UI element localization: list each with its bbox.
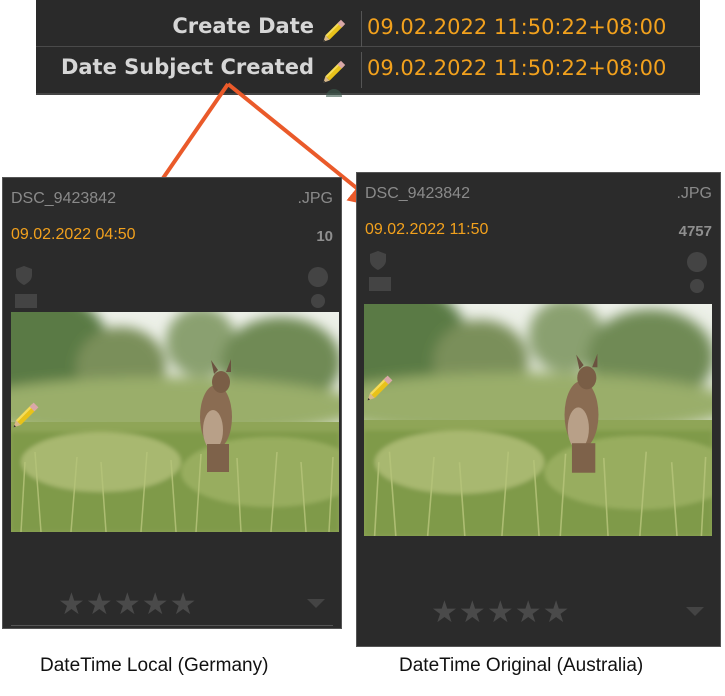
flag-icon <box>369 277 391 291</box>
pencil-icon[interactable] <box>321 14 351 44</box>
pencil-icon[interactable] <box>365 369 399 403</box>
info-icon[interactable] <box>686 251 708 273</box>
divider <box>11 625 333 626</box>
chevron-down-icon[interactable] <box>686 607 704 616</box>
scroll-indicator <box>326 89 342 97</box>
column-divider <box>361 52 362 88</box>
item-count: 10 <box>316 228 333 245</box>
column-divider <box>361 11 362 47</box>
chevron-down-icon[interactable] <box>307 599 325 608</box>
metadata-row-create-date[interactable]: Create Date 09.02.2022 11:50:22+08:00 <box>36 11 700 47</box>
star-icon[interactable]: ★ <box>86 590 113 620</box>
caption-right: DateTime Original (Australia) <box>399 655 644 676</box>
flag-icon <box>15 294 37 308</box>
metadata-value[interactable]: 09.02.2022 11:50:22+08:00 <box>367 56 666 80</box>
star-icon[interactable]: ★ <box>459 598 486 628</box>
shield-icon <box>370 251 386 270</box>
metadata-row-date-subject-created[interactable]: Date Subject Created 09.02.2022 11:50:22… <box>36 52 700 88</box>
file-name: DSC_9423842 <box>11 190 116 207</box>
metadata-value[interactable]: 09.02.2022 11:50:22+08:00 <box>367 15 666 39</box>
star-icon[interactable]: ★ <box>487 598 514 628</box>
file-extension: .JPG <box>297 190 333 207</box>
star-icon[interactable]: ★ <box>543 598 570 628</box>
star-rating[interactable]: ★ ★ ★ ★ ★ <box>431 598 570 628</box>
photo-thumbnail[interactable] <box>364 304 712 536</box>
star-icon[interactable]: ★ <box>58 590 85 620</box>
star-icon[interactable]: ★ <box>431 598 458 628</box>
pencil-icon[interactable] <box>11 396 45 430</box>
caption-left: DateTime Local (Germany) <box>40 655 269 676</box>
info-icon[interactable] <box>307 266 329 288</box>
photo-thumbnail[interactable] <box>11 312 339 532</box>
thumbnail-card-right[interactable]: DSC_9423842 .JPG 09.02.2022 11:50 4757 ★… <box>356 172 721 647</box>
star-icon[interactable]: ★ <box>142 590 169 620</box>
metadata-label: Create Date <box>172 14 314 38</box>
star-rating[interactable]: ★ ★ ★ ★ ★ <box>58 590 197 620</box>
item-count: 4757 <box>678 223 712 240</box>
thumbnail-card-left[interactable]: DSC_9423842 .JPG 09.02.2022 04:50 10 ★ ★… <box>2 177 342 629</box>
person-icon <box>311 294 325 308</box>
pencil-icon[interactable] <box>321 55 351 85</box>
date-time: 09.02.2022 04:50 <box>11 226 136 243</box>
file-name: DSC_9423842 <box>365 185 470 202</box>
star-icon[interactable]: ★ <box>170 590 197 620</box>
star-icon[interactable]: ★ <box>114 590 141 620</box>
metadata-label: Date Subject Created <box>60 55 314 79</box>
shield-icon <box>16 266 32 285</box>
star-icon[interactable]: ★ <box>515 598 542 628</box>
date-time: 09.02.2022 11:50 <box>365 221 489 238</box>
file-extension: .JPG <box>676 185 712 202</box>
person-icon <box>690 279 704 293</box>
metadata-panel: Create Date 09.02.2022 11:50:22+08:00 Da… <box>36 0 700 97</box>
